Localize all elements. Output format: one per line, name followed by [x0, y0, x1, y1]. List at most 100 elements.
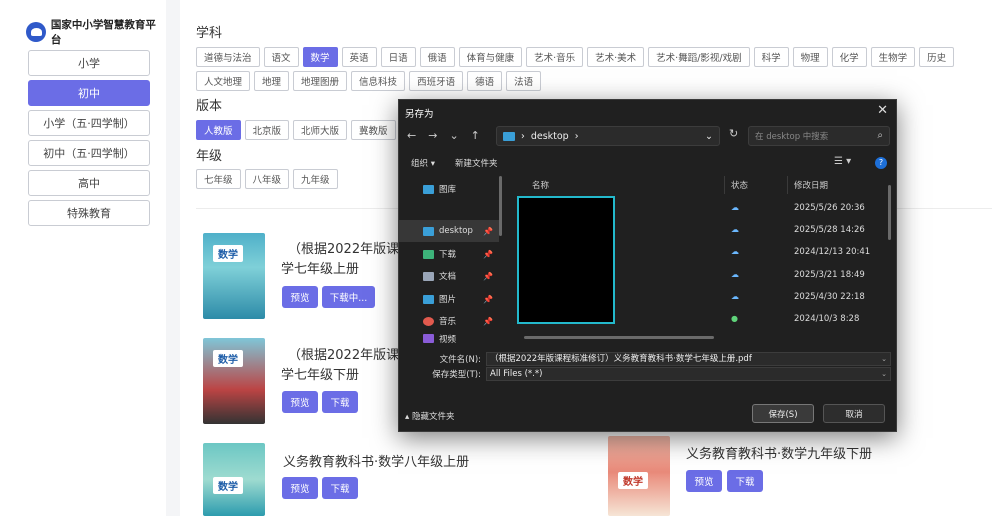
filetype-label: 保存类型(T): [432, 370, 481, 380]
hide-folders-toggle[interactable]: ▴ 隐藏文件夹 [405, 410, 454, 422]
up-icon[interactable]: ↑ [471, 129, 480, 142]
subject-tag[interactable]: 信息科技 [351, 71, 406, 91]
subject-tag[interactable]: 体育与健康 [458, 47, 523, 67]
book-cover[interactable]: 数学 [203, 338, 265, 424]
column-separator[interactable] [787, 176, 788, 194]
vertical-scrollbar[interactable] [888, 185, 891, 240]
row-date[interactable]: 2024/10/3 8:28 [794, 314, 859, 324]
subject-tag[interactable]: 地理 [254, 71, 290, 91]
book-cover[interactable]: 数学 [608, 436, 670, 516]
subject-tag[interactable]: 俄语 [419, 47, 455, 67]
subject-tag[interactable]: 地理图册 [293, 71, 348, 91]
chevron-down-icon[interactable]: ⌄ [881, 368, 887, 380]
subject-tag[interactable]: 人文地理 [196, 71, 251, 91]
book-title[interactable]: 义务教育教科书·数学八年级上册 [283, 451, 469, 470]
search-input[interactable]: 在 desktop 中搜索 ⌕ [748, 126, 890, 146]
subject-tag[interactable]: 道德与法治 [196, 47, 260, 67]
nav-pane-gallery[interactable]: 图库 [399, 178, 499, 200]
file-thumbnail[interactable] [517, 196, 615, 324]
row-date[interactable]: 2025/3/21 18:49 [794, 270, 865, 280]
version-tag[interactable]: 人教版 [196, 120, 241, 140]
version-tags: 人教版 北京版 北师大版 冀教版 [196, 120, 406, 140]
download-button[interactable]: 下载 [727, 470, 763, 492]
download-button[interactable]: 下载 [322, 391, 358, 413]
version-tag[interactable]: 北京版 [244, 120, 290, 140]
nav-item-senior[interactable]: 高中 [28, 170, 150, 196]
organize-button[interactable]: 组织 ▾ [411, 157, 435, 169]
nav-pane-scrollbar[interactable] [499, 176, 502, 236]
subject-tag[interactable]: 物理 [792, 47, 828, 67]
site-logo[interactable]: 国家中小学智慧教育平台 [26, 17, 166, 47]
book-title[interactable]: （根据2022年版课程 [288, 238, 412, 257]
subject-tag[interactable]: 艺术·美术 [587, 47, 645, 67]
preview-button[interactable]: 预览 [282, 477, 318, 499]
preview-button[interactable]: 预览 [686, 470, 722, 492]
grade-tag[interactable]: 八年级 [244, 169, 290, 189]
book-title-line2[interactable]: 学七年级下册 [281, 364, 359, 383]
subject-tag[interactable]: 历史 [919, 47, 955, 67]
subject-tag[interactable]: 生物学 [870, 47, 916, 67]
subject-tag[interactable]: 数学 [302, 47, 338, 67]
download-button[interactable]: 下载中... [322, 286, 375, 308]
row-date[interactable]: 2025/5/26 20:36 [794, 203, 865, 213]
help-icon[interactable]: ? [875, 157, 887, 169]
address-bar[interactable]: › desktop › ⌄ [496, 126, 720, 146]
subject-tag[interactable]: 艺术·舞蹈/影视/戏剧 [648, 47, 750, 67]
subject-tag[interactable]: 科学 [753, 47, 789, 67]
nav-pane-pictures[interactable]: 图片 📌 [399, 288, 499, 310]
nav-item-primary[interactable]: 小学 [28, 50, 150, 76]
chevron-down-icon[interactable]: ⌄ [881, 353, 887, 365]
nav-item-junior-54[interactable]: 初中（五·四学制） [28, 140, 150, 166]
close-icon[interactable]: ✕ [877, 103, 888, 118]
book-title[interactable]: （根据2022年版课程 [288, 344, 412, 363]
subject-tag[interactable]: 西班牙语 [409, 71, 464, 91]
filetype-select[interactable]: All Files (*.*) ⌄ [486, 367, 891, 381]
book-title-line2[interactable]: 学七年级上册 [281, 258, 359, 277]
row-date[interactable]: 2025/4/30 22:18 [794, 292, 865, 302]
recent-dropdown-icon[interactable]: ⌄ [449, 129, 458, 142]
horizontal-scrollbar[interactable] [524, 336, 714, 339]
refresh-icon[interactable]: ↻ [729, 127, 738, 140]
new-folder-button[interactable]: 新建文件夹 [455, 157, 498, 169]
subject-tag[interactable]: 英语 [341, 47, 377, 67]
subject-tag[interactable]: 语文 [263, 47, 299, 67]
nav-pane-videos[interactable]: 视频 [399, 333, 499, 344]
nav-pane-downloads[interactable]: 下载 📌 [399, 243, 499, 265]
view-options-icon[interactable]: ☰ ▾ [834, 156, 851, 167]
book-cover[interactable]: 数学 [203, 233, 265, 319]
nav-item-special[interactable]: 特殊教育 [28, 200, 150, 226]
book-cover[interactable]: 数学 [203, 443, 265, 516]
subject-tag[interactable]: 化学 [831, 47, 867, 67]
preview-button[interactable]: 预览 [282, 286, 318, 308]
row-date[interactable]: 2025/5/28 14:26 [794, 225, 865, 235]
grade-tag[interactable]: 九年级 [293, 169, 338, 189]
column-status[interactable]: 状态 [731, 179, 748, 191]
cancel-button[interactable]: 取消 [823, 404, 885, 423]
filename-input[interactable]: （根据2022年版课程标准修订）义务教育教科书·数学七年级上册.pdf ⌄ [486, 352, 891, 366]
save-button[interactable]: 保存(S) [752, 404, 814, 423]
subject-tag[interactable]: 艺术·音乐 [526, 47, 584, 67]
nav-pane-music[interactable]: 音乐 📌 [399, 310, 499, 332]
nav-item-primary-54[interactable]: 小学（五·四学制） [28, 110, 150, 136]
download-button[interactable]: 下载 [322, 477, 358, 499]
column-date[interactable]: 修改日期 [794, 179, 828, 191]
version-tag[interactable]: 冀教版 [351, 120, 396, 140]
row-date[interactable]: 2024/12/13 20:41 [794, 247, 870, 257]
nav-pane-label: 文档 [439, 272, 457, 282]
version-tag[interactable]: 北师大版 [293, 120, 348, 140]
path-segment[interactable]: desktop [531, 131, 569, 142]
preview-button[interactable]: 预览 [282, 391, 318, 413]
back-icon[interactable]: ← [407, 129, 416, 142]
subject-tag[interactable]: 德语 [467, 71, 503, 91]
grade-tag[interactable]: 七年级 [196, 169, 241, 189]
nav-pane-desktop[interactable]: desktop 📌 [399, 220, 499, 242]
subject-tag[interactable]: 法语 [506, 71, 542, 91]
book-title[interactable]: 义务教育教科书·数学九年级下册 [686, 443, 872, 462]
nav-pane-documents[interactable]: 文档 📌 [399, 265, 499, 287]
subject-tag[interactable]: 日语 [380, 47, 416, 67]
nav-item-junior[interactable]: 初中 [28, 80, 150, 106]
column-name[interactable]: 名称 [532, 179, 549, 191]
chevron-down-icon[interactable]: ⌄ [705, 131, 713, 142]
forward-icon[interactable]: → [428, 129, 437, 142]
column-separator[interactable] [724, 176, 725, 194]
